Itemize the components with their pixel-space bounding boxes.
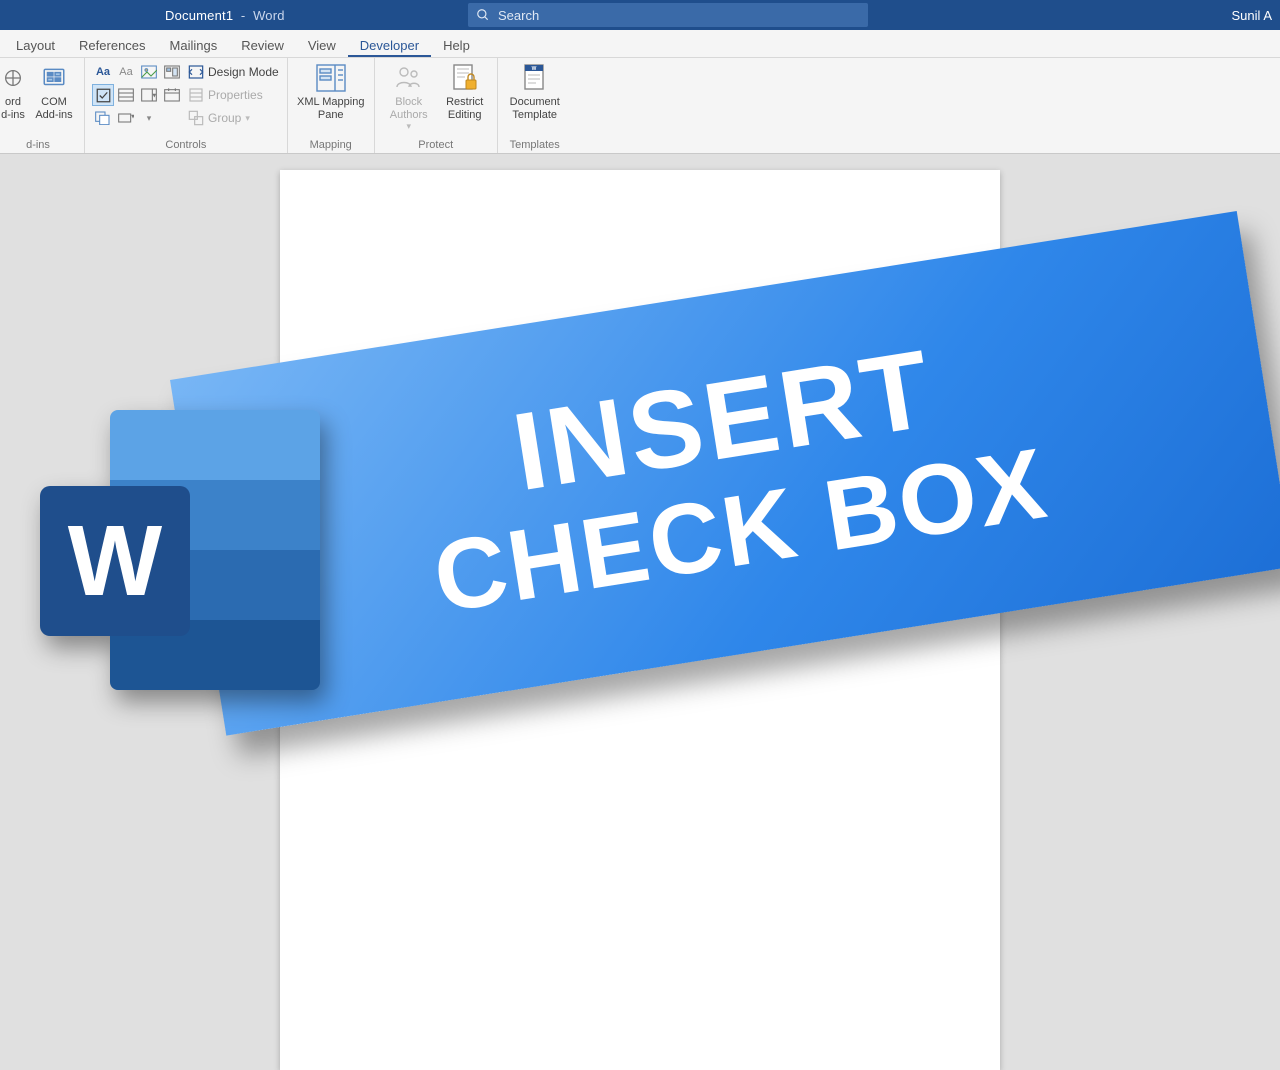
group-templates: W Document Template Templates <box>498 58 572 153</box>
search-placeholder: Search <box>498 8 539 23</box>
control-picture[interactable] <box>139 62 159 82</box>
tab-help[interactable]: Help <box>431 33 482 57</box>
tab-mailings[interactable]: Mailings <box>158 33 230 57</box>
control-combobox[interactable] <box>116 85 136 105</box>
search-icon <box>476 8 490 22</box>
group-mapping: XML Mapping Pane Mapping <box>288 58 375 153</box>
control-dropdown[interactable] <box>139 85 159 105</box>
word-logo-badge: W <box>40 486 190 636</box>
tab-developer[interactable]: Developer <box>348 33 431 57</box>
group-controls-label: Controls <box>93 137 279 151</box>
control-plaintext[interactable]: Aa <box>116 62 136 82</box>
tab-review[interactable]: Review <box>229 33 296 57</box>
design-mode-icon <box>188 64 204 80</box>
group-protect-label: Protect <box>383 137 489 151</box>
document-template-icon: W <box>519 62 551 94</box>
com-addins-button[interactable]: COM Add-ins <box>32 62 76 121</box>
control-richtext[interactable]: Aa <box>93 62 113 82</box>
group-addins-label: d-ins <box>0 137 76 151</box>
restrict-editing-icon <box>449 62 481 94</box>
control-checkbox[interactable] <box>93 85 113 105</box>
ribbon-tabs: Layout References Mailings Review View D… <box>0 30 1280 58</box>
xml-mapping-icon <box>313 62 349 94</box>
group-protect: Block Authors ▾ Restrict Editing Protect <box>375 58 498 153</box>
document-template-button[interactable]: W Document Template <box>506 62 564 121</box>
tab-references[interactable]: References <box>67 33 157 57</box>
chevron-down-icon: ▾ <box>406 121 411 131</box>
ribbon: ord d-ins COM Add-ins d-ins Aa Aa <box>0 58 1280 154</box>
user-name[interactable]: Sunil A <box>1232 8 1272 23</box>
addin-icon <box>0 62 29 94</box>
control-legacy[interactable] <box>116 108 136 128</box>
word-logo: W <box>40 400 320 700</box>
app-name: Word <box>253 8 285 23</box>
svg-text:W: W <box>531 66 536 72</box>
tab-layout[interactable]: Layout <box>4 33 67 57</box>
properties-icon <box>188 87 204 103</box>
control-datepicker[interactable] <box>162 85 182 105</box>
control-repeating[interactable] <box>93 108 113 128</box>
group-icon <box>188 110 204 126</box>
search-input[interactable]: Search <box>468 3 868 27</box>
xml-mapping-pane-button[interactable]: XML Mapping Pane <box>296 62 366 121</box>
control-legacy-dropdown[interactable]: ▾ <box>139 108 159 128</box>
controls-gallery: Aa Aa <box>93 62 182 128</box>
title-bar: Document1 - Word Search Sunil A <box>0 0 1280 30</box>
group-mapping-label: Mapping <box>296 137 366 151</box>
tab-view[interactable]: View <box>296 33 348 57</box>
group-templates-label: Templates <box>506 137 564 151</box>
restrict-editing-button[interactable]: Restrict Editing <box>441 62 489 121</box>
design-mode-button[interactable]: Design Mode <box>188 62 279 82</box>
block-authors-button: Block Authors ▾ <box>383 62 435 132</box>
group-controls: Aa Aa <box>85 58 288 153</box>
com-addins-icon <box>38 62 70 94</box>
word-addins-button[interactable]: ord d-ins <box>0 62 26 121</box>
block-authors-icon <box>393 62 425 94</box>
group-button: Group ▾ <box>188 108 279 128</box>
chevron-down-icon: ▾ <box>245 113 250 124</box>
control-buildingblock[interactable] <box>162 62 182 82</box>
controls-options: Design Mode Properties Group ▾ <box>188 62 279 128</box>
group-addins: ord d-ins COM Add-ins d-ins <box>0 58 85 153</box>
doc-name: Document1 <box>165 8 233 23</box>
properties-button: Properties <box>188 85 279 105</box>
